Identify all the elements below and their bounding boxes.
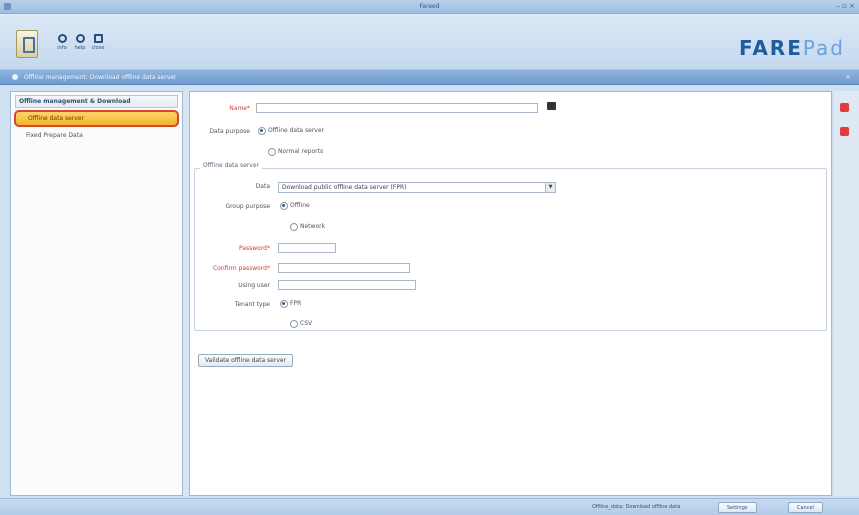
right-action-strip: [834, 91, 859, 496]
window-title: Fareed: [419, 3, 440, 10]
info-tool-button[interactable]: info: [52, 34, 72, 51]
brand-sub: Pad: [802, 36, 845, 60]
brand-logo: FAREPad: [739, 36, 845, 60]
password-input[interactable]: [278, 243, 336, 253]
lookup-icon[interactable]: [547, 102, 556, 110]
validate-offline-data-server-button[interactable]: Validate offline data server: [198, 354, 294, 367]
app-menu-button[interactable]: [16, 30, 38, 58]
status-text: Offline_data: Download offline data: [592, 504, 681, 510]
breadcrumb-bar: Offline management: Download offline dat…: [0, 70, 859, 85]
action-red-icon-1[interactable]: [840, 103, 849, 112]
brand-main: FARE: [738, 36, 803, 60]
info-tool-label: info: [57, 45, 67, 51]
using-user-input[interactable]: [278, 280, 416, 290]
data-label: Data: [255, 183, 270, 190]
name-input[interactable]: [256, 103, 538, 113]
tenant-fpr-radio[interactable]: FPR: [280, 300, 301, 308]
ribbon: info help close FAREPad: [0, 14, 859, 70]
data-select-value: Download public offline data server (FPR…: [282, 184, 407, 191]
tenant-type-label: Tenant type: [234, 301, 270, 308]
close-icon: [93, 34, 103, 43]
group-offline-radio[interactable]: Offline: [280, 202, 310, 210]
group-purpose-label: Group purpose: [225, 203, 270, 210]
help-icon: [75, 34, 85, 43]
title-bar: Fareed – ▫ ×: [0, 0, 859, 14]
sidebar: Offline management & Download Offline da…: [10, 91, 183, 496]
offline-data-group-title: Offline data server: [200, 162, 263, 169]
help-tool-label: help: [74, 45, 86, 51]
purpose-offline-radio[interactable]: Offline data server: [258, 127, 324, 135]
confirm-password-input[interactable]: [278, 263, 410, 273]
data-purpose-label: Data purpose: [209, 128, 250, 135]
breadcrumb: Offline management: Download offline dat…: [24, 74, 177, 81]
close-tool-button[interactable]: close: [88, 34, 108, 51]
close-tool-label: close: [91, 45, 105, 51]
info-icon: [57, 34, 67, 43]
confirm-password-label: Confirm password*: [212, 265, 270, 272]
chevron-down-icon: ▼: [545, 183, 555, 192]
group-network-radio[interactable]: Network: [290, 223, 325, 231]
name-label: Name*: [229, 105, 250, 112]
password-label: Password*: [238, 245, 270, 252]
close-icon[interactable]: ×: [845, 73, 851, 81]
settings-button[interactable]: Settings: [718, 502, 757, 513]
using-user-label: Using user: [238, 282, 270, 289]
form-panel: Name* Data purpose Offline data server N…: [189, 91, 832, 496]
purpose-normal-radio[interactable]: Normal reports: [268, 148, 323, 156]
status-bar: Offline_data: Download offline data Sett…: [0, 498, 859, 515]
sidebar-item-fixed-prepare-data[interactable]: Fixed Prepare Data: [14, 129, 179, 142]
help-tool-button[interactable]: help: [70, 34, 90, 51]
sidebar-header[interactable]: Offline management & Download: [15, 95, 178, 108]
data-select[interactable]: Download public offline data server (FPR…: [278, 182, 556, 193]
window-controls[interactable]: – ▫ ×: [836, 2, 855, 10]
breadcrumb-icon: [12, 74, 18, 80]
sidebar-item-offline-data-server[interactable]: Offline data server: [14, 110, 179, 127]
action-red-icon-2[interactable]: [840, 127, 849, 136]
tenant-csv-radio[interactable]: CSV: [290, 320, 312, 328]
cancel-button[interactable]: Cancel: [788, 502, 823, 513]
